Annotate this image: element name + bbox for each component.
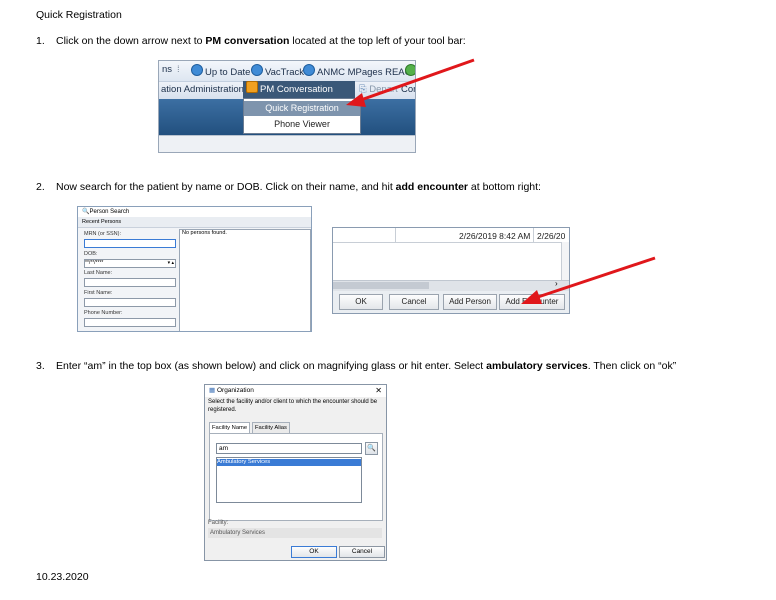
encounter-date: 2/26/20 <box>537 231 566 241</box>
dialog-title: Organization <box>216 387 254 394</box>
toolbar-item-vactrack[interactable]: VacTrack <box>251 64 304 78</box>
step-text: located at the top left of your tool bar… <box>289 35 466 47</box>
first-name-field[interactable] <box>84 298 176 307</box>
dob-field[interactable]: **/**/**** ▾ ▴ <box>84 259 176 268</box>
spinner-icon[interactable]: ▾ ▴ <box>168 260 174 267</box>
dialog-instruction: Select the facility and/or client to whi… <box>208 399 378 413</box>
step-2-instruction: 2. Now search for the patient by name or … <box>36 181 541 193</box>
results-message: No persons found. <box>182 230 227 236</box>
column-divider <box>533 228 534 242</box>
encounter-row[interactable]: 2/26/2019 8:42 AM 2/26/20 <box>333 228 569 243</box>
toolbar-item-uptodate[interactable]: Up to Date <box>191 64 250 78</box>
toolbar-item[interactable]: ation Administration <box>161 84 244 95</box>
step-number: 1. <box>36 35 45 47</box>
window-title: Person Search <box>89 209 130 215</box>
menu-item-phone-viewer[interactable]: Phone Viewer <box>244 117 360 132</box>
mrn-field[interactable] <box>84 239 176 248</box>
person-search-screenshot: 🔍Person Search Recent Persons MRN (or SS… <box>77 206 312 332</box>
dob-label: DOB: <box>84 251 98 257</box>
mrn-label: MRN (or SSN): <box>84 231 121 237</box>
column-divider <box>395 228 396 242</box>
step-bold-text: add encounter <box>395 181 469 193</box>
toolbar-item-label: VacTrack <box>265 67 305 78</box>
results-pane: No persons found. <box>179 229 311 331</box>
recent-persons-label[interactable]: Recent Persons <box>82 219 121 225</box>
recent-persons-bar: Recent Persons <box>78 217 311 228</box>
dob-value: **/**/**** <box>85 260 104 266</box>
step-text: Now search for the patient by name or DO… <box>56 181 396 193</box>
facility-value: Ambulatory Services <box>208 528 382 538</box>
scroll-thumb[interactable] <box>333 282 429 289</box>
last-name-field[interactable] <box>84 278 176 287</box>
window-title-bar: 🔍Person Search <box>78 207 311 217</box>
organization-dialog-screenshot: ▦ Organization ✕ Select the facility and… <box>204 384 387 561</box>
mpages-icon <box>303 64 315 76</box>
document-date: 10.23.2020 <box>36 571 89 583</box>
step-3-instruction: 3. Enter “am” in the top box (as shown be… <box>36 360 676 372</box>
toolbar-item[interactable]: ns <box>162 64 172 75</box>
close-icon[interactable]: ✕ <box>375 385 382 397</box>
ok-button[interactable]: OK <box>339 294 383 310</box>
step-number: 3. <box>36 360 45 372</box>
step-bold-text: PM conversation <box>205 35 290 47</box>
step-bold-text: ambulatory services <box>486 360 588 372</box>
pointer-arrow-icon <box>521 256 656 304</box>
encounter-date: 2/26/2019 8:42 AM <box>459 231 531 241</box>
cancel-button[interactable]: Cancel <box>389 294 439 310</box>
dialog-title-bar: ▦ Organization ✕ <box>205 385 386 397</box>
step-text: Click on the down arrow next to <box>56 35 206 47</box>
facility-label: Facility: <box>208 520 229 526</box>
document-title: Quick Registration <box>36 9 122 21</box>
toolbar-item-label: Up to Date <box>205 67 251 78</box>
phone-field[interactable] <box>84 318 176 327</box>
search-value: am <box>219 445 229 452</box>
facility-value-text: Ambulatory Services <box>210 530 266 536</box>
pm-conversation-button[interactable]: PM Conversation <box>243 81 355 98</box>
organization-icon: ▦ <box>209 387 216 394</box>
step-text: . Then click on “ok” <box>587 360 677 372</box>
step-number: 2. <box>36 181 45 193</box>
magnifying-glass-icon[interactable]: 🔍 <box>365 442 378 455</box>
pm-conversation-icon <box>246 81 258 93</box>
vactrack-icon <box>251 64 263 76</box>
cancel-button[interactable]: Cancel <box>339 546 385 558</box>
pm-conversation-label: PM Conversation <box>260 84 333 95</box>
step-text: Enter “am” in the top box (as shown belo… <box>56 360 487 372</box>
step-1-instruction: 1. Click on the down arrow next to PM con… <box>36 35 466 47</box>
pointer-arrow-icon <box>346 58 475 107</box>
phone-label: Phone Number: <box>84 310 123 316</box>
step-text: at bottom right: <box>468 181 541 193</box>
uptodate-icon <box>191 64 203 76</box>
first-name-label: First Name: <box>84 290 113 296</box>
facility-list: Ambulatory Services <box>216 457 362 503</box>
bottom-strip <box>159 135 415 152</box>
facility-search-input[interactable]: am <box>216 443 362 454</box>
last-name-label: Last Name: <box>84 270 113 276</box>
toolbar-separator: ⁞ <box>177 64 180 75</box>
add-person-button[interactable]: Add Person <box>443 294 497 310</box>
list-item[interactable]: Ambulatory Services <box>217 459 361 466</box>
ok-button[interactable]: OK <box>291 546 337 558</box>
